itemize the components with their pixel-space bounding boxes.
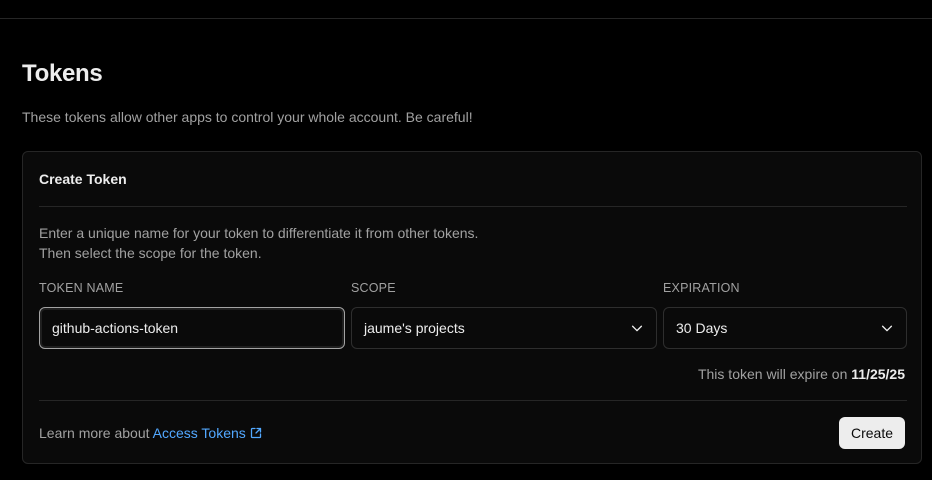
token-name-input[interactable] [52,320,332,336]
divider [39,206,907,207]
learn-more: Learn more about Access Tokens [39,425,262,441]
page-title: Tokens [22,60,103,87]
scope-selected-value: jaume's projects [364,320,465,336]
expiration-select[interactable]: 30 Days [663,307,907,349]
create-token-card: Create Token Enter a unique name for you… [22,151,922,464]
card-title: Create Token [39,171,127,187]
chevron-down-icon [881,325,893,332]
instruction-text: Then select the scope for the token. [39,245,262,261]
learn-more-prefix: Learn more about [39,425,150,441]
scope-select[interactable]: jaume's projects [351,307,657,349]
expiration-selected-value: 30 Days [676,320,728,336]
token-name-label: TOKEN NAME [39,281,124,295]
expiration-note: This token will expire on 11/25/25 [698,366,905,382]
create-button[interactable]: Create [838,417,905,449]
scope-label: SCOPE [351,281,396,295]
external-link-icon [250,427,261,439]
expiration-note-prefix: This token will expire on [697,366,848,382]
chevron-down-icon [631,325,643,332]
divider [39,400,907,401]
top-bar [0,0,932,19]
expiration-date: 11/25/25 [851,366,905,382]
page-description: These tokens allow other apps to control… [22,109,473,125]
expiration-label: EXPIRATION [663,281,740,295]
access-tokens-link-label: Access Tokens [152,425,246,441]
token-name-field[interactable] [39,307,345,349]
access-tokens-link[interactable]: Access Tokens [153,425,262,441]
instruction-text: Enter a unique name for your token to di… [39,225,479,241]
